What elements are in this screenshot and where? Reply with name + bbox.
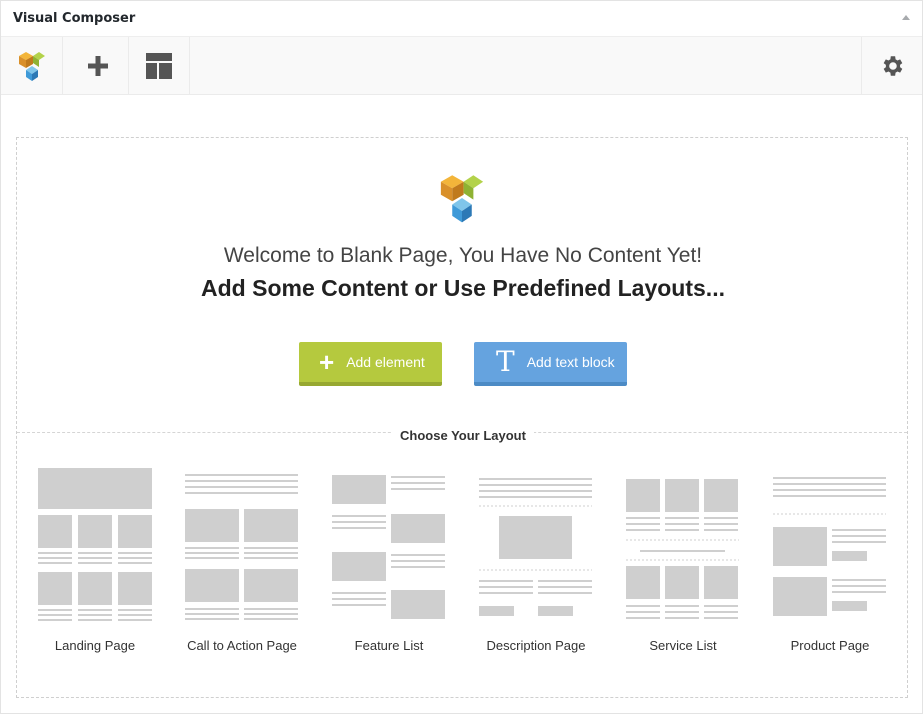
product-page-thumbnail [773, 477, 886, 616]
collapse-arrow-icon[interactable] [902, 15, 910, 20]
add-element-button[interactable]: + Add element [299, 342, 442, 386]
plus-icon: + [319, 347, 335, 377]
layout-description-page[interactable]: Description Page [479, 468, 625, 668]
gear-icon [883, 55, 903, 76]
visual-composer-panel: Visual Composer Welcome to Blank Page, Y… [0, 0, 923, 714]
layout-label: Feature List [354, 638, 424, 653]
toolbar [1, 37, 922, 95]
templates-toolbar-button[interactable] [128, 37, 190, 94]
vc-logo-button[interactable] [1, 37, 63, 94]
add-element-toolbar-button[interactable] [67, 37, 129, 94]
add-text-block-button[interactable]: T Add text block [474, 342, 627, 386]
choose-layout-text: Choose Your Layout [392, 428, 534, 443]
layout-landing-page[interactable]: Landing Page [38, 468, 184, 668]
feature-list-thumbnail [332, 475, 445, 619]
service-list-thumbnail [626, 479, 739, 619]
layout-label: Product Page [790, 638, 870, 653]
add-element-label: Add element [346, 354, 425, 370]
panel-header: Visual Composer [1, 1, 922, 37]
layout-service-list[interactable]: Service List [626, 468, 772, 668]
welcome-heading: Welcome to Blank Page, You Have No Conte… [223, 244, 703, 267]
welcome-subheading: Add Some Content or Use Predefined Layou… [201, 275, 725, 301]
landing-page-thumbnail [38, 468, 152, 621]
layout-label: Service List [649, 638, 717, 653]
layout-product-page[interactable]: Product Page [773, 468, 919, 668]
layout-template-icon [145, 52, 172, 79]
vc-logo-large [437, 172, 487, 228]
empty-content-area: Welcome to Blank Page, You Have No Conte… [16, 137, 908, 698]
layout-feature-list[interactable]: Feature List [332, 468, 478, 668]
layout-label: Landing Page [54, 638, 136, 653]
vc-logo-icon [440, 175, 484, 223]
settings-button[interactable] [861, 37, 922, 94]
plus-icon [87, 55, 108, 76]
call-to-action-thumbnail [185, 474, 298, 620]
text-t-icon: T [496, 345, 515, 378]
choose-layout-label: Choose Your Layout [17, 425, 909, 444]
description-page-thumbnail [479, 478, 592, 616]
layout-call-to-action-page[interactable]: Call to Action Page [185, 468, 331, 668]
panel-title: Visual Composer [13, 11, 136, 26]
layout-label: Call to Action Page [187, 638, 297, 653]
vc-logo-icon [18, 51, 45, 81]
add-text-block-label: Add text block [526, 354, 615, 370]
layout-label: Description Page [486, 638, 586, 653]
